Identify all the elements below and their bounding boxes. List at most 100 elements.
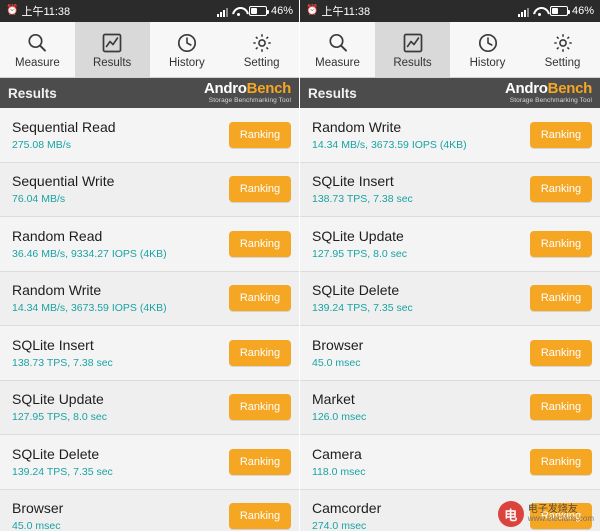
- ranking-button[interactable]: Ranking: [229, 394, 291, 421]
- benchmark-name: Sequential Read: [12, 118, 116, 135]
- benchmark-value: 138.73 TPS, 7.38 sec: [12, 356, 113, 369]
- battery-icon: [248, 6, 269, 16]
- status-bar-left: ⏰ 上午11:38: [306, 3, 370, 19]
- status-bar-time: 上午11:38: [321, 6, 371, 18]
- benchmark-value: 127.95 TPS, 8.0 sec: [312, 247, 407, 260]
- tab-setting-label: Setting: [243, 56, 280, 69]
- benchmark-name: SQLite Update: [312, 227, 404, 244]
- row-info: Browser 45.0 msec: [312, 337, 530, 369]
- row-info: Random Write 14.34 MB/s, 3673.59 IOPS (4…: [312, 119, 530, 151]
- row-info: Sequential Write 76.04 MB/s: [12, 173, 229, 205]
- tab-history[interactable]: History: [150, 22, 225, 77]
- table-row[interactable]: SQLite Delete 139.24 TPS, 7.35 sec Ranki…: [0, 435, 299, 490]
- dual-screenshot-container: ⏰ 上午11:38 46% Measure Results History Se…: [0, 0, 600, 531]
- benchmark-name: Sequential Write: [12, 173, 115, 190]
- signal-icon: [517, 6, 529, 17]
- page-title: Results: [308, 85, 357, 101]
- benchmark-value: 138.73 TPS, 7.38 sec: [312, 193, 413, 206]
- table-row[interactable]: Random Write 14.34 MB/s, 3673.59 IOPS (4…: [0, 271, 299, 326]
- benchmark-value: 139.24 TPS, 7.35 sec: [12, 465, 113, 478]
- tab-history[interactable]: History: [450, 22, 525, 77]
- row-info: Random Write 14.34 MB/s, 3673.59 IOPS (4…: [12, 282, 229, 314]
- alarm-icon: ⏰: [306, 5, 319, 16]
- benchmark-value: 14.34 MB/s, 3673.59 IOPS (4KB): [12, 302, 167, 315]
- ranking-button[interactable]: Ranking: [530, 285, 592, 312]
- row-info: SQLite Insert 138.73 TPS, 7.38 sec: [312, 173, 530, 205]
- brand-tagline: Storage Benchmarking Tool: [208, 97, 291, 105]
- table-row[interactable]: Browser 45.0 msec Ranking: [300, 326, 600, 381]
- ranking-button[interactable]: Ranking: [530, 121, 592, 148]
- row-info: Browser 45.0 msec: [12, 500, 229, 531]
- page-title: Results: [8, 85, 57, 101]
- ranking-button[interactable]: Ranking: [229, 503, 291, 530]
- table-row[interactable]: SQLite Delete 139.24 TPS, 7.35 sec Ranki…: [300, 271, 600, 326]
- clock-icon: [476, 31, 500, 55]
- battery-percent: 46%: [571, 5, 594, 17]
- table-row[interactable]: SQLite Insert 138.73 TPS, 7.38 sec Ranki…: [0, 326, 299, 381]
- benchmark-value: 275.08 MB/s: [12, 138, 71, 151]
- tab-bar: Measure Results History Setting: [0, 22, 299, 78]
- tab-measure[interactable]: Measure: [300, 22, 375, 77]
- ranking-button[interactable]: Ranking: [530, 339, 592, 366]
- tab-measure-label: Measure: [315, 56, 360, 69]
- benchmark-name: Browser: [12, 500, 64, 517]
- row-info: SQLite Delete 139.24 TPS, 7.35 sec: [312, 282, 530, 314]
- ranking-button[interactable]: Ranking: [530, 394, 592, 421]
- benchmark-value: 118.0 msec: [312, 465, 366, 478]
- tab-measure-label: Measure: [15, 56, 60, 69]
- app-brand: AndroBench Storage Benchmarking Tool: [505, 81, 592, 105]
- tab-setting[interactable]: Setting: [224, 22, 299, 77]
- chart-icon: [100, 31, 124, 55]
- table-row[interactable]: Market 126.0 msec Ranking: [300, 380, 600, 435]
- tab-history-label: History: [168, 56, 205, 69]
- row-info: Market 126.0 msec: [312, 391, 530, 423]
- tab-results-label: Results: [92, 56, 132, 69]
- ranking-button[interactable]: Ranking: [229, 448, 291, 475]
- app-brand: AndroBench Storage Benchmarking Tool: [204, 81, 291, 105]
- ranking-button[interactable]: Ranking: [229, 339, 291, 366]
- table-row[interactable]: SQLite Insert 138.73 TPS, 7.38 sec Ranki…: [300, 162, 600, 217]
- results-header: Results AndroBench Storage Benchmarking …: [300, 78, 600, 108]
- clock-icon: [175, 31, 199, 55]
- ranking-button[interactable]: Ranking: [530, 230, 592, 257]
- table-row[interactable]: Browser 45.0 msec Ranking: [0, 489, 299, 531]
- tab-results[interactable]: Results: [375, 22, 450, 77]
- results-header: Results AndroBench Storage Benchmarking …: [0, 78, 299, 108]
- tab-results-label: Results: [393, 56, 432, 69]
- table-row[interactable]: Random Write 14.34 MB/s, 3673.59 IOPS (4…: [300, 108, 600, 163]
- tab-bar: Measure Results History Setting: [300, 22, 600, 78]
- benchmark-name: Random Write: [312, 118, 402, 135]
- ranking-button[interactable]: Ranking: [229, 176, 291, 203]
- status-bar: ⏰ 上午11:38 46%: [0, 0, 299, 22]
- tab-measure[interactable]: Measure: [0, 22, 75, 77]
- benchmark-value: 127.95 TPS, 8.0 sec: [12, 411, 107, 424]
- magnifier-icon: [326, 31, 350, 55]
- table-row[interactable]: Camera 118.0 msec Ranking: [300, 435, 600, 490]
- gear-icon: [551, 31, 575, 55]
- table-row[interactable]: Random Read 36.46 MB/s, 9334.27 IOPS (4K…: [0, 217, 299, 272]
- tab-setting[interactable]: Setting: [525, 22, 600, 77]
- brand-name: AndroBench: [203, 80, 291, 98]
- right-phone-screen: ⏰ 上午11:38 46% Measure Results History Se…: [300, 0, 600, 531]
- tab-results[interactable]: Results: [74, 22, 150, 77]
- table-row[interactable]: SQLite Update 127.95 TPS, 8.0 sec Rankin…: [300, 217, 600, 272]
- gear-icon: [250, 31, 274, 55]
- row-info: SQLite Insert 138.73 TPS, 7.38 sec: [12, 337, 229, 369]
- benchmark-name: Random Write: [12, 282, 102, 299]
- benchmark-name: Random Read: [12, 227, 103, 244]
- results-list-left[interactable]: Sequential Read 275.08 MB/s Ranking Sequ…: [0, 108, 299, 531]
- table-row[interactable]: SQLite Update 127.95 TPS, 8.0 sec Rankin…: [0, 380, 299, 435]
- table-row[interactable]: Sequential Write 76.04 MB/s Ranking: [0, 162, 299, 217]
- ranking-button[interactable]: Ranking: [530, 448, 592, 475]
- ranking-button[interactable]: Ranking: [229, 285, 291, 312]
- ranking-button[interactable]: Ranking: [530, 176, 592, 203]
- ranking-button[interactable]: Ranking: [229, 230, 291, 257]
- ranking-button[interactable]: Ranking: [229, 121, 291, 148]
- brand-tagline: Storage Benchmarking Tool: [509, 97, 592, 105]
- alarm-icon: ⏰: [6, 5, 19, 16]
- benchmark-name: SQLite Delete: [12, 445, 100, 462]
- benchmark-name: SQLite Insert: [12, 336, 94, 353]
- results-list-right[interactable]: Random Write 14.34 MB/s, 3673.59 IOPS (4…: [300, 108, 600, 531]
- row-info: SQLite Update 127.95 TPS, 8.0 sec: [12, 391, 229, 423]
- table-row[interactable]: Sequential Read 275.08 MB/s Ranking: [0, 108, 299, 163]
